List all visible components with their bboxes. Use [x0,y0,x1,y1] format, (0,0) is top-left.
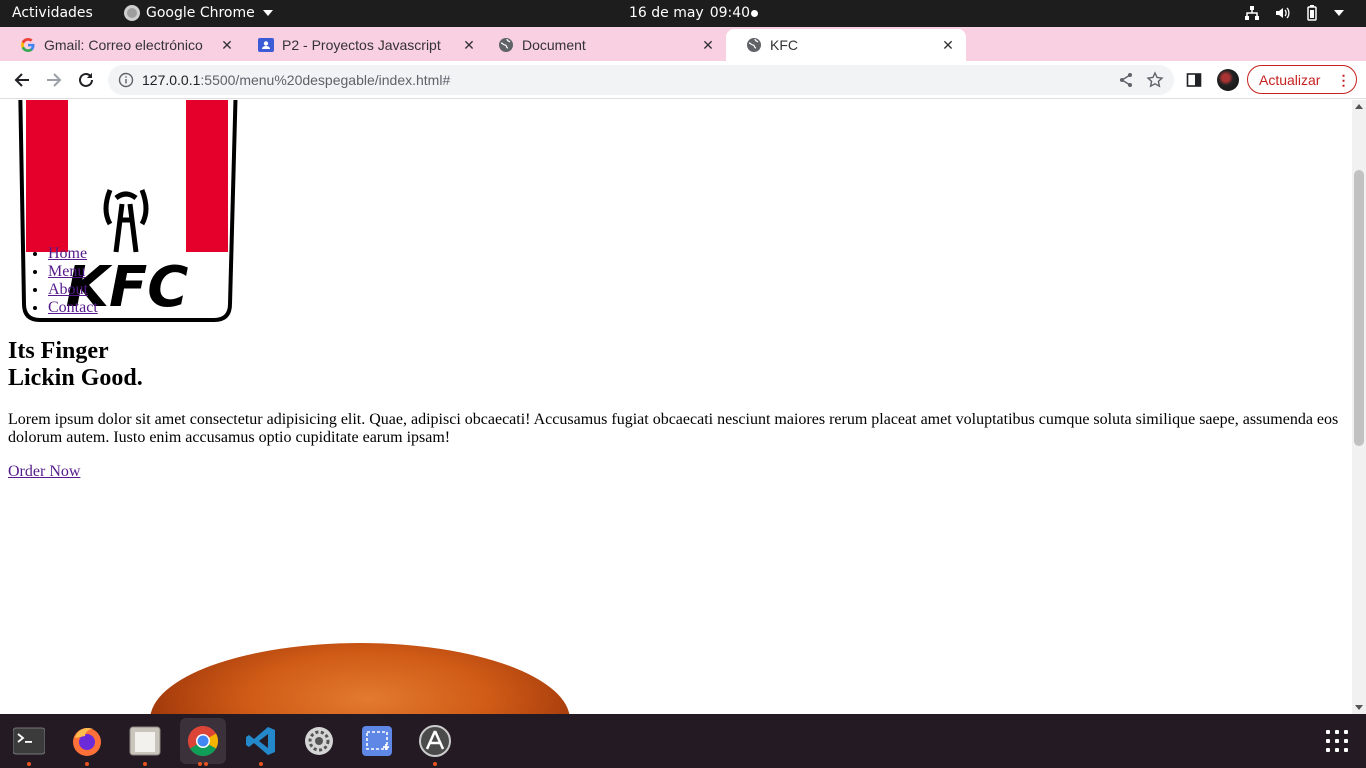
tab-proyectos[interactable]: P2 - Proyectos Javascript ✕ [238,29,487,61]
hero-heading-line1: Its Finger [8,338,109,364]
main-nav: Home Menu About Contact [48,245,98,317]
nav-link-contact[interactable]: Contact [48,299,98,316]
scrollbar-thumb[interactable] [1354,170,1364,446]
clock-time: 09:40 [709,5,751,21]
tab-title: KFC [770,37,798,53]
close-tab-icon[interactable]: ✕ [461,37,477,53]
nav-item: About [48,281,98,299]
profile-avatar[interactable] [1217,69,1239,91]
address-bar[interactable]: 127.0.0.1:5500/menu%20despegable/index.h… [108,65,1174,95]
scroll-up-arrow-icon[interactable] [1355,104,1363,109]
dock-files[interactable] [122,718,168,764]
vscode-icon [246,727,275,755]
nav-item: Contact [48,299,98,317]
close-tab-icon[interactable]: ✕ [219,37,235,53]
google-g-icon [21,38,35,52]
hero-paragraph: Lorem ipsum dolor sit amet consectetur a… [8,411,1339,446]
globe-icon [499,38,513,52]
firefox-icon [73,728,101,756]
files-icon [129,726,161,756]
bookmark-star-icon[interactable] [1146,71,1164,89]
dock-software-updater[interactable] [412,718,458,764]
share-icon[interactable] [1118,72,1134,88]
tab-title: P2 - Proyectos Javascript [282,37,441,53]
nav-link-menu[interactable]: Menu [48,263,85,280]
scroll-down-arrow-icon[interactable] [1355,705,1363,710]
hero-heading-line2: Lickin Good. [8,365,143,391]
ubuntu-dock [0,714,1366,768]
update-label: Actualizar [1259,71,1321,88]
clock-date: 16 de may [629,5,704,21]
url-host: 127.0.0.1 [142,72,201,88]
running-indicator-icon [27,762,31,766]
show-applications-icon[interactable] [1326,730,1348,752]
notification-dot-icon [751,10,758,17]
system-top-bar: Actividades Google Chrome 16 de may 09:4… [0,0,1366,27]
reload-icon[interactable] [75,69,97,91]
hero-heading: Its Finger Lickin Good. [8,338,143,392]
browser-toolbar: 127.0.0.1:5500/menu%20despegable/index.h… [0,61,1366,99]
system-menu-caret-icon [1334,10,1344,16]
dock-screenshot[interactable] [354,718,400,764]
url-path: :5500/menu%20despegable/index.html# [200,72,451,88]
app-menu-label: Google Chrome [146,5,255,21]
close-tab-icon[interactable]: ✕ [940,37,956,53]
running-indicator-icon [433,762,437,766]
classroom-icon [258,38,274,52]
running-indicator-icon [259,762,263,766]
burger-bun-image [150,643,570,714]
running-indicator-icon [85,762,89,766]
url-text: 127.0.0.1:5500/menu%20despegable/index.h… [142,72,450,88]
dock-chrome[interactable] [180,718,226,764]
network-icon [1245,6,1259,20]
dock-terminal[interactable] [6,718,52,764]
caret-down-icon [262,10,273,16]
chrome-mini-icon [124,5,140,21]
back-icon[interactable] [11,69,33,91]
settings-icon [305,727,333,755]
update-chrome-button[interactable]: Actualizar ⋮ [1247,65,1357,94]
chrome-icon [187,726,219,757]
dock-firefox[interactable] [64,718,110,764]
site-info-icon[interactable] [118,72,134,88]
running-indicator-icon [204,762,208,766]
battery-icon [1307,5,1317,21]
tab-strip: Gmail: Correo electrónico ✕ P2 - Proyect… [0,27,1366,81]
screenshot-icon [362,726,392,756]
close-tab-icon[interactable]: ✕ [700,37,716,53]
clock[interactable]: 16 de may 09:40 [629,5,750,21]
tab-kfc[interactable]: KFC ✕ [726,29,966,61]
page-scrollbar[interactable] [1352,100,1366,714]
tab-document[interactable]: Document ✕ [478,29,726,61]
running-indicator-icon [143,762,147,766]
tab-gmail[interactable]: Gmail: Correo electrónico ✕ [0,29,245,61]
nav-link-home[interactable]: Home [48,245,87,262]
system-tray[interactable] [1244,5,1344,21]
kebab-menu-icon[interactable]: ⋮ [1336,73,1350,87]
tab-title: Gmail: Correo electrónico [44,37,203,53]
forward-icon[interactable] [43,69,65,91]
page-viewport: KFC Home Menu About Contact Its Finger L… [0,100,1352,714]
nav-item: Home [48,245,98,263]
terminal-icon [13,727,45,755]
app-menu[interactable]: Google Chrome [124,5,273,21]
tab-title: Document [522,37,586,53]
volume-icon [1276,7,1290,19]
dock-vscode[interactable] [238,718,284,764]
globe-icon [747,38,761,52]
software-updater-icon [419,725,451,757]
order-now-link[interactable]: Order Now [8,463,80,481]
nav-item: Menu [48,263,98,281]
activities-button[interactable]: Actividades [12,5,93,21]
side-panel-icon[interactable] [1186,72,1202,88]
nav-link-about[interactable]: About [48,281,88,298]
running-indicator-icon [198,762,202,766]
dock-settings[interactable] [296,718,342,764]
